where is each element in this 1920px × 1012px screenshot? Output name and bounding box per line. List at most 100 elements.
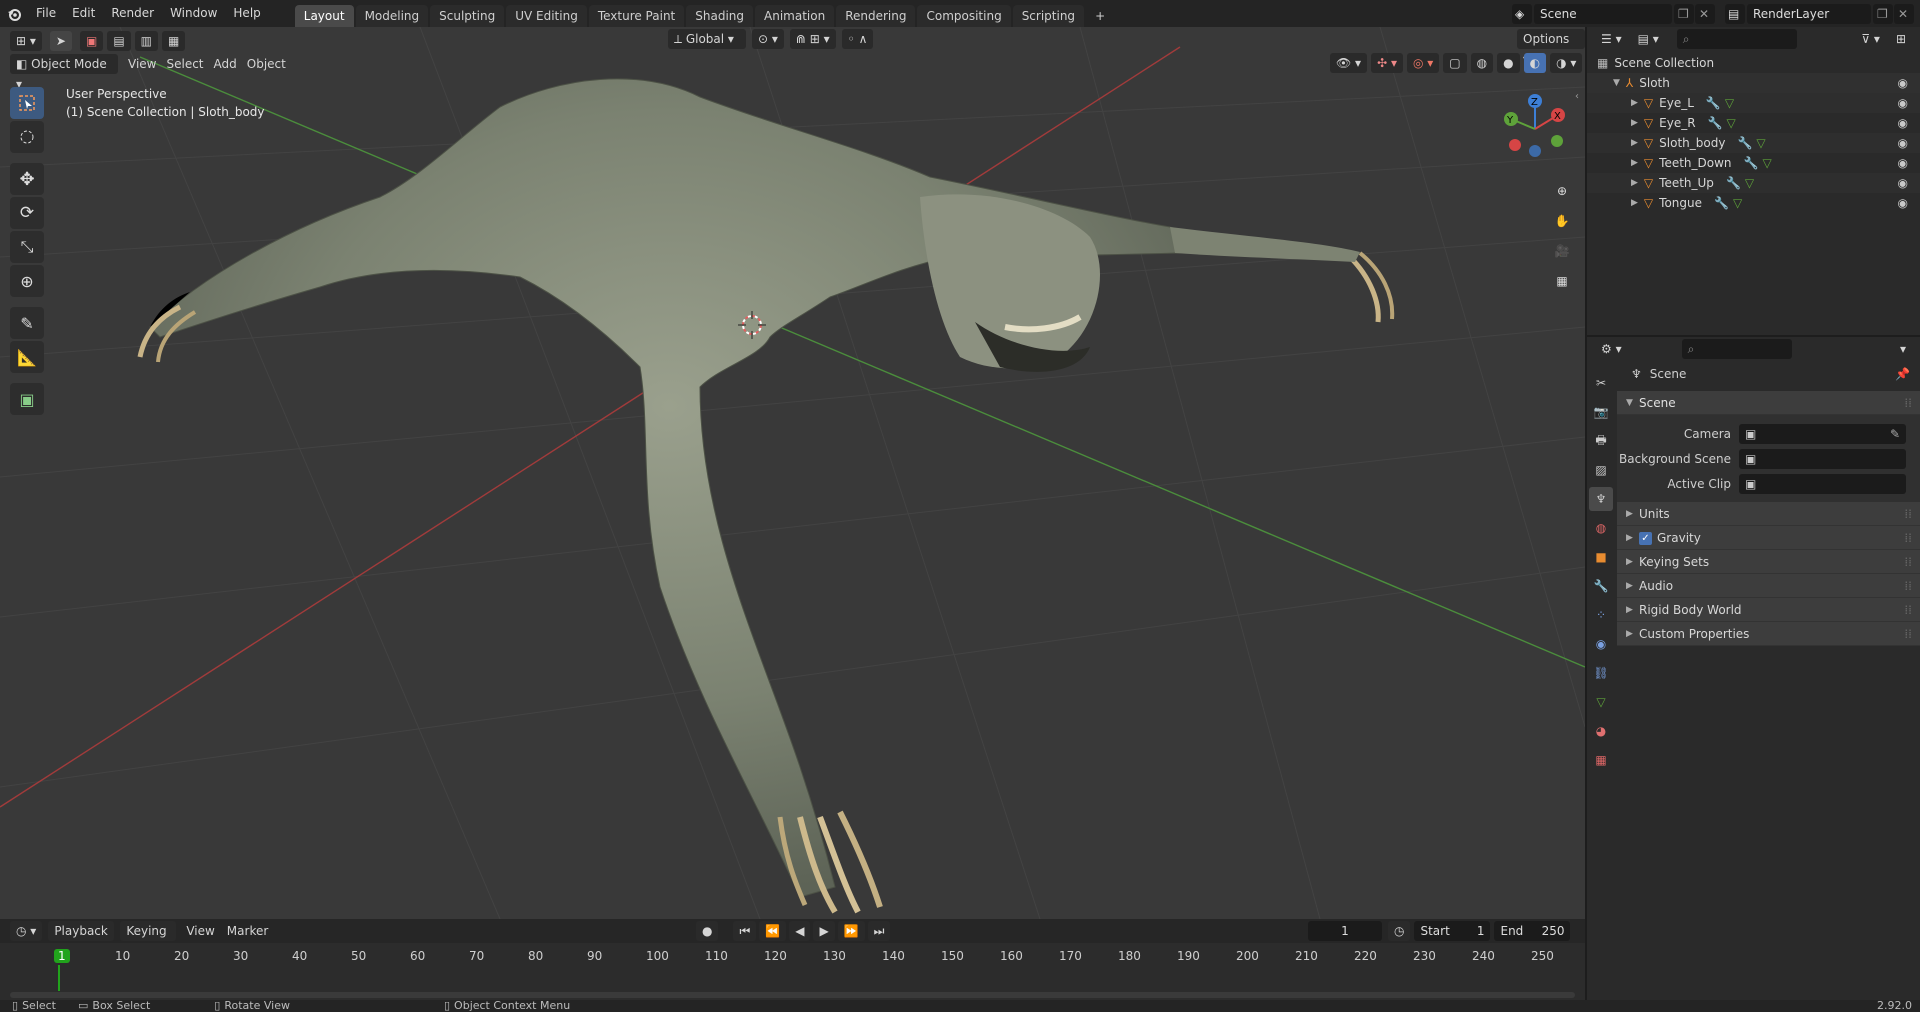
end-frame-field[interactable]: End 250 bbox=[1494, 921, 1571, 941]
select-menu[interactable]: Select bbox=[166, 54, 203, 74]
annotate-tool-icon[interactable]: ✎ bbox=[10, 307, 44, 339]
pin-icon[interactable]: 📌 bbox=[1895, 361, 1910, 387]
properties-search-input[interactable]: ⌕ bbox=[1681, 339, 1792, 359]
menu-file[interactable]: File bbox=[28, 0, 64, 27]
output-tab-icon[interactable]: 🖶 bbox=[1589, 429, 1613, 453]
mode-selector[interactable]: ◧ Object Mode ▾ bbox=[10, 54, 118, 91]
workspace-tab-texture-paint[interactable]: Texture Paint bbox=[588, 5, 685, 27]
view-menu[interactable]: View bbox=[128, 54, 156, 74]
rotate-tool-icon[interactable]: ⟳ bbox=[10, 197, 44, 229]
mesh-data-icon[interactable]: ▽ bbox=[1727, 113, 1736, 133]
select-tool-icon[interactable] bbox=[10, 87, 44, 119]
play-icon[interactable]: ▶ bbox=[813, 921, 835, 941]
particles-tab-icon[interactable]: ⁘ bbox=[1589, 603, 1613, 627]
scene-field-value[interactable]: ▣ bbox=[1739, 473, 1906, 494]
3d-viewport[interactable]: ⊞ ▾ ➤ ▣ ▤ ▥ ▦ ◧ Object Mode ▾ View Selec… bbox=[0, 27, 1585, 919]
blender-logo-icon[interactable] bbox=[0, 6, 28, 22]
modifier-icon[interactable]: 🔧 bbox=[1726, 173, 1741, 193]
eye-icon[interactable]: ◉ bbox=[1898, 113, 1908, 133]
scene-selector[interactable]: Scene bbox=[1534, 3, 1672, 24]
jump-end-icon[interactable]: ⏭ bbox=[867, 921, 891, 941]
view-layer-browse-icon[interactable]: ▤ bbox=[1725, 3, 1745, 24]
material-tab-icon[interactable]: ◕ bbox=[1589, 719, 1613, 743]
timeline-view-menu[interactable]: View bbox=[186, 921, 214, 941]
eye-icon[interactable]: ◉ bbox=[1898, 133, 1908, 153]
current-frame-field[interactable]: 1 bbox=[1308, 921, 1382, 941]
delete-scene-icon[interactable]: ✕ bbox=[1695, 3, 1715, 24]
properties-options-icon[interactable]: ▾ bbox=[1893, 339, 1912, 359]
timeline-scrollbar[interactable] bbox=[10, 992, 1575, 998]
select-box-mode-icon[interactable]: ▣ bbox=[79, 31, 104, 51]
expand-arrow-icon[interactable]: ▼ bbox=[1613, 73, 1620, 93]
new-scene-icon[interactable]: ❐ bbox=[1674, 3, 1694, 24]
modifier-icon[interactable]: 🔧 bbox=[1744, 153, 1759, 173]
add-cube-tool-icon[interactable]: ▣ bbox=[10, 383, 44, 415]
viewport-scene[interactable] bbox=[0, 27, 1585, 919]
properties-editor-type-icon[interactable]: ⚙ ▾ bbox=[1595, 339, 1628, 359]
panel-drag-icon[interactable]: ⁞⁞ bbox=[1904, 502, 1912, 526]
expand-arrow-icon[interactable]: ▶ bbox=[1631, 113, 1638, 133]
panel-drag-icon[interactable]: ⁞⁞ bbox=[1904, 391, 1912, 415]
start-frame-field[interactable]: Start 1 bbox=[1414, 921, 1491, 941]
view-layer-tab-icon[interactable]: ▨ bbox=[1589, 458, 1613, 482]
workspace-tab-uv-editing[interactable]: UV Editing bbox=[506, 5, 587, 27]
new-view-layer-icon[interactable]: ❐ bbox=[1873, 3, 1893, 24]
pivot-point-icon[interactable]: ⊙ ▾ bbox=[752, 29, 784, 49]
constraints-tab-icon[interactable]: ⛓ bbox=[1589, 661, 1613, 685]
play-reverse-icon[interactable]: ◀ bbox=[789, 921, 811, 941]
menu-edit[interactable]: Edit bbox=[64, 0, 103, 27]
keying-menu[interactable]: Keying ▾ bbox=[120, 921, 177, 958]
outliner-sloth-collection[interactable]: ▼ ⅄ Sloth ◉ bbox=[1587, 73, 1920, 93]
outliner-item[interactable]: ▶ ▽ Eye_R 🔧 ▽ ◉ bbox=[1587, 113, 1920, 133]
marker-menu[interactable]: Marker bbox=[227, 921, 268, 941]
panel-drag-icon[interactable]: ⁞⁞ bbox=[1904, 550, 1912, 574]
transform-tool-icon[interactable]: ⊕ bbox=[10, 265, 44, 297]
select-mode-icon[interactable]: ➤ bbox=[49, 31, 72, 51]
object-tab-icon[interactable]: ■ bbox=[1589, 545, 1613, 569]
expand-arrow-icon[interactable]: ▶ bbox=[1631, 193, 1638, 213]
workspace-tab-animation[interactable]: Animation bbox=[755, 5, 835, 27]
select-extend-icon[interactable]: ▤ bbox=[107, 31, 131, 51]
expand-arrow-icon[interactable]: ▶ bbox=[1631, 93, 1638, 113]
visibility-icon[interactable]: 👁 ▾ bbox=[1330, 53, 1368, 73]
playback-menu[interactable]: Playback ▾ bbox=[48, 921, 115, 958]
render-tab-icon[interactable]: 📷 bbox=[1589, 400, 1613, 424]
editor-type-button[interactable]: ⊞ ▾ bbox=[10, 31, 42, 51]
rendered-shading-icon[interactable]: ◑ ▾ bbox=[1550, 53, 1583, 73]
outliner-editor-type-icon[interactable]: ☰ ▾ bbox=[1595, 29, 1628, 49]
outliner-item[interactable]: ▶ ▽ Tongue 🔧 ▽ ◉ bbox=[1587, 193, 1920, 213]
eye-icon[interactable]: ◉ bbox=[1898, 93, 1908, 113]
workspace-tab-modeling[interactable]: Modeling bbox=[355, 5, 429, 27]
prev-keyframe-icon[interactable]: ⏪ bbox=[759, 921, 787, 941]
gizmo-toggle-icon[interactable]: ✣ ▾ bbox=[1371, 53, 1403, 73]
subpanel-custom-properties[interactable]: ▶ Custom Properties ⁞⁞ bbox=[1617, 622, 1920, 646]
outliner-scene-collection[interactable]: ▦ Scene Collection bbox=[1587, 53, 1920, 73]
outliner-search-input[interactable]: ⌕ bbox=[1676, 29, 1797, 49]
mesh-data-icon[interactable]: ▽ bbox=[1745, 173, 1754, 193]
preview-range-icon[interactable]: ◷ bbox=[1388, 921, 1411, 941]
options-dropdown[interactable]: Options ▾ bbox=[1517, 29, 1585, 66]
texture-tab-icon[interactable]: ▦ bbox=[1589, 748, 1613, 772]
jump-start-icon[interactable]: ⏮ bbox=[733, 921, 757, 941]
workspace-tab-layout[interactable]: Layout bbox=[294, 5, 354, 27]
wireframe-shading-icon[interactable]: ◍ bbox=[1470, 53, 1494, 73]
scene-tab-icon[interactable]: ♆ bbox=[1589, 487, 1613, 511]
camera-view-icon[interactable]: 🎥 bbox=[1548, 237, 1576, 265]
outliner-item[interactable]: ▶ ▽ Sloth_body 🔧 ▽ ◉ bbox=[1587, 133, 1920, 153]
playhead-line[interactable] bbox=[58, 965, 60, 991]
workspace-tab-sculpting[interactable]: Sculpting bbox=[430, 5, 505, 27]
modifier-icon[interactable]: 🔧 bbox=[1708, 113, 1723, 133]
timeline-ruler[interactable]: 1 10 20 30 40 50 60 70 80 90 100 110 120 130 140 150 160… bbox=[0, 943, 1585, 1000]
subpanel-units[interactable]: ▶ Units ⁞⁞ bbox=[1617, 502, 1920, 526]
subpanel-keying-sets[interactable]: ▶ Keying Sets ⁞⁞ bbox=[1617, 550, 1920, 574]
mesh-data-icon[interactable]: ▽ bbox=[1756, 133, 1765, 153]
delete-view-layer-icon[interactable]: ✕ bbox=[1894, 3, 1914, 24]
data-tab-icon[interactable]: ▽ bbox=[1589, 690, 1613, 714]
timeline-editor[interactable]: ◷ ▾ Playback ▾ Keying ▾ View Marker ● ⏮ … bbox=[0, 919, 1585, 1000]
menu-window[interactable]: Window bbox=[162, 0, 225, 27]
gravity-checkbox[interactable]: ✓ bbox=[1639, 532, 1652, 545]
scene-field-value[interactable]: ▣ bbox=[1739, 448, 1906, 469]
measure-tool-icon[interactable]: 📐 bbox=[10, 341, 44, 373]
filter-icon[interactable]: ⊽ ▾ bbox=[1855, 29, 1886, 49]
expand-arrow-icon[interactable]: ▶ bbox=[1631, 133, 1638, 153]
